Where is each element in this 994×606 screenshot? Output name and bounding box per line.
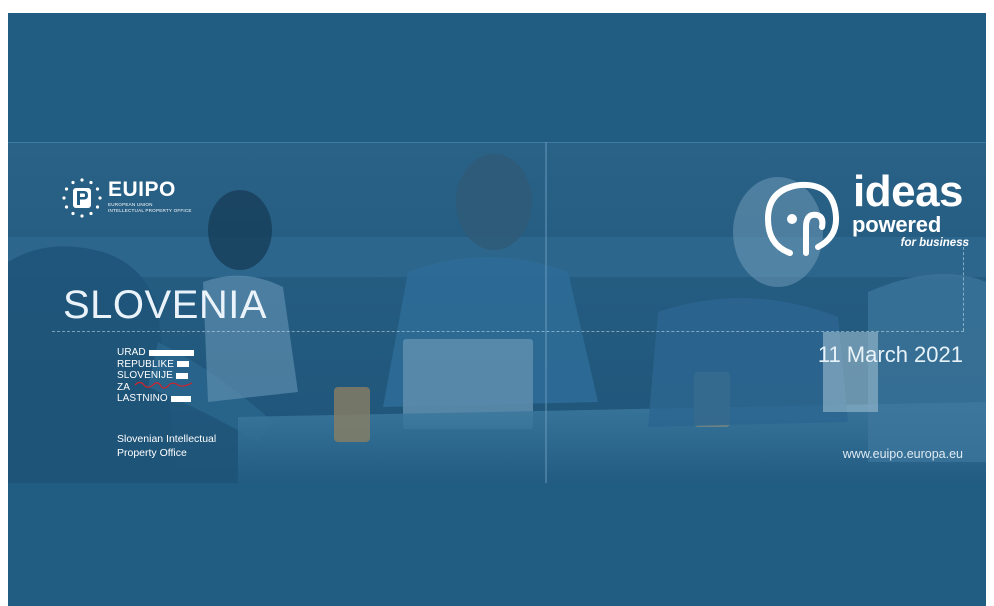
sipo-logo-line-za: ZA: [117, 381, 287, 394]
sipo-logo-line-urad: URAD: [117, 347, 287, 359]
sipo-name: Slovenian Intellectual Property Office: [117, 432, 216, 460]
sipo-logo-bar: [170, 395, 191, 402]
signature-scribble-icon: [134, 381, 193, 389]
photo-divider: [545, 142, 547, 483]
euipo-subtitle-line2: INTELLECTUAL PROPERTY OFFICE: [108, 208, 192, 213]
event-date: 11 March 2021: [817, 342, 963, 367]
coffee-cup-left: [334, 387, 370, 442]
sipo-logo: URAD REPUBLIKE SLOVENIJE ZA LASTNINO: [117, 347, 287, 405]
sipo-logo-word: URAD: [117, 347, 146, 359]
ideas-wordmark: ideas: [853, 167, 964, 216]
sipo-logo-line-lastnino: LASTNINO: [117, 393, 287, 405]
sipo-logo-line-republike: REPUBLIKE: [117, 359, 287, 371]
for-business-tagline: for business: [900, 237, 969, 249]
photo-banner: EUIPO EUROPEAN UNION INTELLECTUAL PROPER…: [8, 142, 986, 483]
sipo-logo-bar: [148, 349, 194, 356]
sipo-name-line1: Slovenian Intellectual: [117, 433, 217, 445]
powered-wordmark: powered: [852, 212, 942, 237]
sipo-name-line2: Property Office: [117, 447, 187, 459]
ideas-powered-logo: ideas powered for business: [760, 167, 972, 265]
lightbulb-head-icon: [764, 181, 840, 256]
sipo-logo-bar: [177, 361, 190, 368]
dashed-separator: [52, 331, 964, 332]
euipo-wordmark: EUIPO: [108, 178, 176, 201]
person-center-head: [456, 154, 532, 250]
euipo-emblem-icon: [62, 178, 102, 218]
event-banner-frame: EUIPO EUROPEAN UNION INTELLECTUAL PROPER…: [8, 13, 986, 606]
country-title: SLOVENIA: [63, 283, 268, 327]
sipo-logo-word: LASTNINO: [117, 393, 168, 405]
website-url: www.euipo.europa.eu: [842, 447, 963, 461]
sipo-logo-word: ZA: [117, 381, 130, 393]
sipo-logo-word: REPUBLIKE: [117, 358, 175, 370]
euipo-logo: EUIPO EUROPEAN UNION INTELLECTUAL PROPER…: [60, 176, 235, 220]
person-far-right-body: [868, 274, 986, 462]
euipo-subtitle: EUROPEAN UNION INTELLECTUAL PROPERTY OFF…: [108, 202, 192, 214]
